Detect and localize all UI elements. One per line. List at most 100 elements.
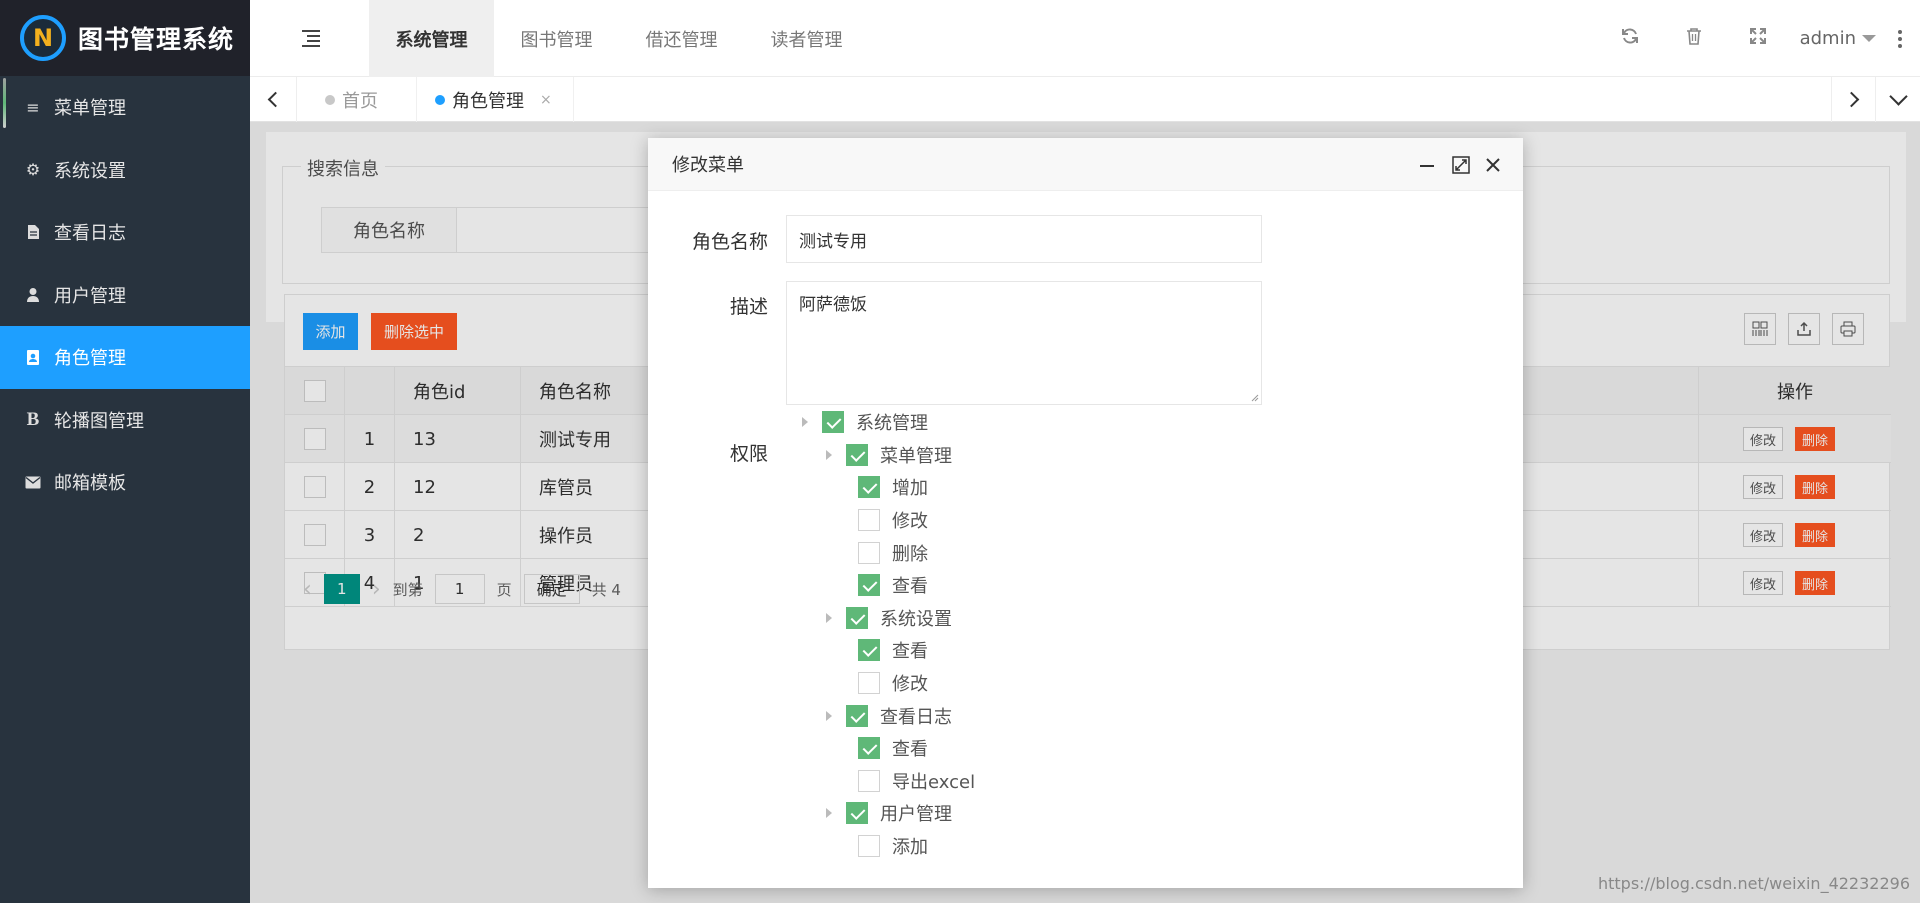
tab-dot-icon [325, 94, 335, 105]
permission-checkbox[interactable] [846, 802, 868, 825]
logo-icon: N [20, 15, 66, 61]
resize-handle-icon[interactable] [1249, 392, 1259, 402]
permission-node[interactable]: 用户管理 [798, 797, 1398, 830]
permission-checkbox[interactable] [858, 835, 880, 858]
expand-arrow-icon[interactable] [826, 808, 832, 819]
tabs-options-button[interactable] [1875, 77, 1920, 122]
permission-node[interactable]: 导出excel [798, 765, 1398, 798]
sidebar-item-settings[interactable]: ⚙ 系统设置 [0, 139, 250, 202]
permission-node[interactable]: 修改 [798, 504, 1398, 537]
permission-tree: 系统管理 菜单管理 增加 修改 删除 查看 系统设置 查看 修改 查看日志 查看 导出excel 用户管… [798, 406, 1398, 862]
sidebar-item-menu[interactable]: ≡ 菜单管理 [0, 76, 250, 139]
top-nav: 系统管理 图书管理 借还管理 读者管理 [369, 0, 869, 77]
description-text: 阿萨德饭 [799, 295, 867, 315]
expand-arrow-icon[interactable] [826, 710, 832, 721]
tabs-scroll-right-button[interactable] [1831, 77, 1875, 122]
permission-node[interactable]: 菜单管理 [798, 439, 1398, 472]
permission-checkbox[interactable] [858, 639, 880, 662]
permission-node[interactable]: 增加 [798, 471, 1398, 504]
permission-label: 修改 [892, 511, 928, 533]
expand-arrow-icon[interactable] [826, 612, 832, 623]
clear-cache-icon[interactable] [1662, 27, 1726, 50]
permission-label: 修改 [892, 674, 928, 696]
minimize-icon[interactable] [1413, 138, 1441, 191]
watermark: https://blog.csdn.net/weixin_42232296 [1597, 874, 1910, 893]
role-name-input[interactable]: 测试专用 [786, 215, 1262, 263]
username: admin [1799, 28, 1856, 49]
sidebar-item-carousel[interactable]: B 轮播图管理 [0, 389, 250, 452]
permission-node[interactable]: 添加 [798, 830, 1398, 863]
gear-icon: ⚙ [25, 160, 41, 180]
sidebar-menu: ≡ 菜单管理 ⚙ 系统设置 查看日志 用户管理 角色管理 B 轮播图管理 邮箱模… [0, 76, 250, 514]
description-label: 描述 [729, 296, 768, 318]
permission-label: 查看 [892, 641, 928, 663]
sidebar-item-logs[interactable]: 查看日志 [0, 201, 250, 264]
permission-checkbox[interactable] [846, 606, 868, 629]
refresh-icon[interactable] [1598, 27, 1662, 50]
tab-readers[interactable]: 读者管理 [744, 0, 869, 77]
permission-label: 用户管理 [880, 804, 952, 826]
chevron-right-icon [1843, 91, 1860, 108]
tab-dot-icon [435, 94, 445, 105]
permission-checkbox[interactable] [858, 476, 880, 499]
permission-node[interactable]: 系统管理 [798, 406, 1398, 439]
permission-label: 删除 [892, 543, 928, 565]
sidebar-item-roles[interactable]: 角色管理 [0, 326, 250, 389]
header-tools: admin [1598, 0, 1920, 77]
fullscreen-icon[interactable] [1726, 27, 1790, 50]
permission-label: 查看日志 [880, 706, 952, 728]
permission-label: 菜单管理 [880, 445, 952, 467]
permission-node[interactable]: 系统设置 [798, 602, 1398, 635]
permission-node[interactable]: 查看日志 [798, 699, 1398, 732]
permission-checkbox[interactable] [846, 443, 868, 466]
permission-label: 系统设置 [880, 608, 952, 630]
close-tab-icon[interactable]: × [540, 92, 552, 108]
edit-role-dialog: 修改菜单 角色名称 测试专用 描述 阿萨德饭 权限 系统管理 菜单管理 增加 修改 删除… [648, 138, 1523, 888]
expand-arrow-icon[interactable] [802, 417, 808, 428]
maximize-icon[interactable] [1447, 138, 1475, 191]
sidebar-item-label: 轮播图管理 [54, 410, 144, 432]
app-logo[interactable]: N 图书管理系统 [0, 0, 250, 76]
permission-label: 查看 [892, 739, 928, 761]
tab-system[interactable]: 系统管理 [369, 0, 494, 77]
permission-checkbox[interactable] [822, 411, 844, 434]
sidebar-item-label: 用户管理 [54, 285, 126, 307]
expand-arrow-icon[interactable] [826, 449, 832, 460]
more-vertical-icon[interactable] [1890, 29, 1910, 48]
permission-node[interactable]: 修改 [798, 667, 1398, 700]
app-title: 图书管理系统 [78, 25, 235, 54]
bold-b-icon: B [26, 408, 40, 430]
description-textarea[interactable]: 阿萨德饭 [786, 281, 1262, 405]
page-tabs-bar: 首页 角色管理 × [250, 77, 1920, 122]
permission-checkbox[interactable] [858, 769, 880, 792]
permission-checkbox[interactable] [858, 672, 880, 695]
sidebar-scroll-indicator[interactable] [0, 78, 12, 128]
permission-checkbox[interactable] [846, 704, 868, 727]
permission-label: 系统管理 [856, 413, 928, 435]
permission-node[interactable]: 删除 [798, 536, 1398, 569]
sidebar: N 图书管理系统 ≡ 菜单管理 ⚙ 系统设置 查看日志 用户管理 角色管理 B … [0, 0, 250, 903]
permission-checkbox[interactable] [858, 574, 880, 597]
permission-node[interactable]: 查看 [798, 732, 1398, 765]
permission-node[interactable]: 查看 [798, 569, 1398, 602]
permission-checkbox[interactable] [858, 541, 880, 564]
dropdown-arrow-icon [1862, 35, 1876, 42]
sidebar-item-users[interactable]: 用户管理 [0, 264, 250, 327]
user-menu[interactable]: admin [1800, 28, 1876, 49]
top-header: 系统管理 图书管理 借还管理 读者管理 admin [250, 0, 1920, 77]
permission-label: 添加 [892, 837, 928, 859]
permission-checkbox[interactable] [858, 737, 880, 760]
page-tab-roles[interactable]: 角色管理 × [416, 77, 574, 122]
sidebar-item-mail-templates[interactable]: 邮箱模板 [0, 451, 250, 514]
permission-checkbox[interactable] [858, 509, 880, 532]
tab-books[interactable]: 图书管理 [494, 0, 619, 77]
permission-label: 增加 [892, 478, 928, 500]
collapse-menu-icon[interactable] [302, 30, 322, 47]
tab-borrow-return[interactable]: 借还管理 [619, 0, 744, 77]
page-tab-label: 角色管理 [452, 90, 524, 112]
page-tab-home[interactable]: 首页 [325, 77, 378, 122]
tabs-scroll-left-button[interactable] [250, 77, 297, 122]
permission-node[interactable]: 查看 [798, 634, 1398, 667]
role-name-label: 角色名称 [691, 231, 768, 253]
close-icon[interactable] [1479, 138, 1507, 191]
